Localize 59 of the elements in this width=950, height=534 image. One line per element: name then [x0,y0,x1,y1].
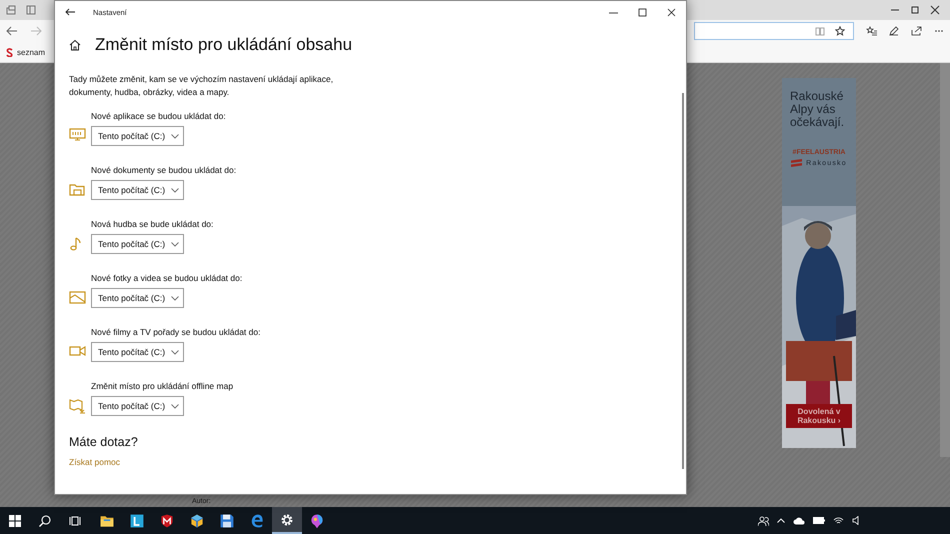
close-icon[interactable] [667,8,676,16]
chevron-down-icon [171,296,179,300]
folder-icon [69,182,86,198]
battery-icon[interactable] [813,517,825,524]
setting-label: Nové aplikace se budou ukládat do: [91,111,227,121]
setting-label: Nová hudba se bude ukládat do: [91,219,214,229]
flag-stripes-icon [791,159,802,167]
browser-icon[interactable] [249,512,265,528]
chevron-down-icon [171,404,179,408]
chevron-up-icon[interactable] [777,518,785,523]
s-logo-icon [6,48,13,56]
ad-headline: Rakouské Alpy vás očekávají. [790,90,846,129]
setting-label: Nové fotky a videa se budou ukládat do: [91,273,244,283]
close-icon[interactable] [930,5,940,15]
drive-dropdown[interactable]: Tento počítač (C:) [91,288,184,308]
paint-drop-icon[interactable] [309,512,325,528]
setting-label: Změnit místo pro ukládání offline map [91,381,234,391]
taskbar-button[interactable] [272,507,302,534]
share-icon[interactable] [911,26,922,36]
maximize-icon[interactable] [638,8,647,16]
setting-label: Nové filmy a TV pořady se budou ukládat do: [91,327,262,337]
windows-start-icon[interactable] [9,514,21,526]
page-heading: Změnit místo pro ukládání obsahu [95,35,352,55]
cube-icon[interactable] [189,512,205,528]
page-description: Tady můžete změnit, kam se ve výchozím nastavení ukládají aplikace, dokumenty, hudba, obrázky, videa a mapy. [69,73,334,98]
cloud-icon[interactable] [793,516,805,524]
chevron-down-icon [171,350,179,354]
drive-dropdown[interactable]: Tento počítač (C:) [91,126,184,146]
shield-icon[interactable] [159,512,175,528]
chevron-down-icon [171,188,179,192]
tab-icon[interactable] [6,5,16,15]
drive-dropdown[interactable]: Tento počítač (C:) [91,342,184,362]
task-view-icon[interactable] [69,514,81,526]
search-icon[interactable] [39,514,51,526]
back-arrow-icon[interactable] [65,8,75,16]
image-icon [69,290,86,306]
favorite-star-icon[interactable] [835,26,845,36]
maximize-icon[interactable] [910,5,920,15]
ad-button[interactable]: Dovolená v Rakousku › [786,404,852,428]
page-scrollbar[interactable] [940,63,950,457]
map-download-icon [69,398,86,414]
settings-icon[interactable] [279,512,295,528]
bookmark-link[interactable]: seznam [17,48,46,56]
drive-dropdown[interactable]: Tento počítač (C:) [91,180,184,200]
wifi-icon[interactable] [833,516,844,525]
drive-dropdown[interactable]: Tento počítač (C:) [91,396,184,416]
address-field[interactable] [694,22,854,40]
help-link[interactable]: Získat pomoc [69,457,682,467]
drive-dropdown[interactable]: Tento počítač (C:) [91,234,184,254]
tab-preview-icon[interactable] [26,5,36,15]
letter-app-icon[interactable] [129,512,145,528]
pen-icon[interactable] [889,26,899,36]
people-icon[interactable] [758,516,769,526]
setting-label: Nové dokumenty se budou ukládat do: [91,165,238,175]
chevron-down-icon [171,242,179,246]
chevron-down-icon [171,134,179,138]
home-icon[interactable] [69,39,81,51]
help-heading: Máte dotaz? [69,435,139,449]
favorites-list-icon[interactable] [866,26,877,36]
